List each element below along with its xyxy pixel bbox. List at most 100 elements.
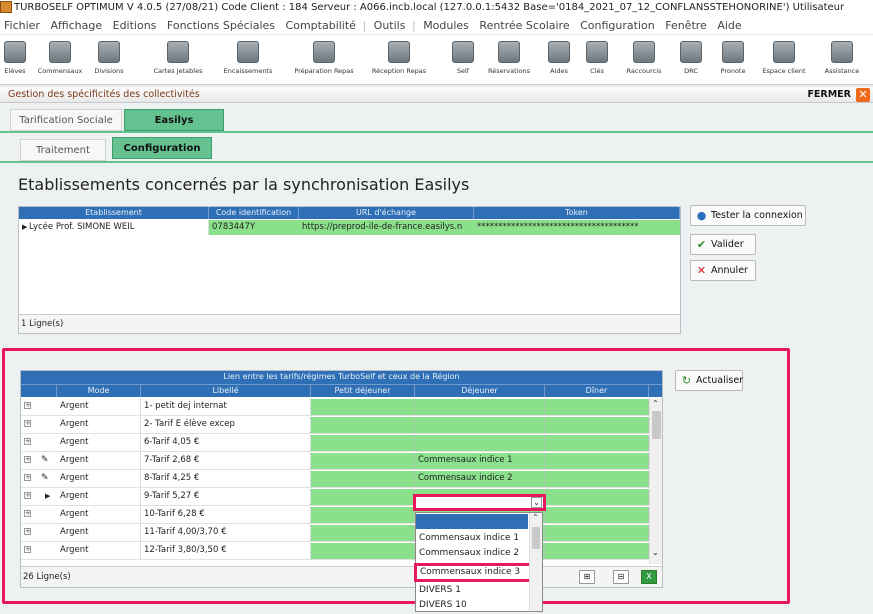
table-row[interactable]: + Argent 12-Tarif 3,80/3,50 € <box>21 542 649 560</box>
diner-cell[interactable] <box>545 507 649 523</box>
libelle-cell[interactable]: 8-Tarif 4,25 € <box>141 471 311 487</box>
dejeuner-cell[interactable] <box>415 399 545 415</box>
mode-cell[interactable]: Argent <box>57 507 141 523</box>
table-row[interactable]: + ✎ Argent 8-Tarif 4,25 € Commensaux indice … <box>21 470 649 488</box>
dropdown-scrollbar[interactable]: ⌃ <box>529 513 542 611</box>
col-petit-dejeuner[interactable]: Petit déjeuner <box>311 385 415 397</box>
dropdown-option[interactable]: Commensaux indice 1 <box>419 531 519 546</box>
toolbar-reservations-button[interactable]: Réservations <box>484 35 534 85</box>
table-row[interactable]: + Argent 2- Tarif E élève excep <box>21 416 649 434</box>
col-url[interactable]: URL d'échange <box>299 207 474 219</box>
diner-cell[interactable] <box>545 453 649 469</box>
expand-row-icon[interactable]: + <box>24 456 31 463</box>
mode-cell[interactable]: Argent <box>57 489 141 505</box>
refresh-button[interactable]: ↻ Actualiser <box>675 370 743 391</box>
petit-dejeuner-cell[interactable] <box>311 471 415 487</box>
mode-cell[interactable]: Argent <box>57 453 141 469</box>
menu-fenetre[interactable]: Fenêtre <box>665 19 707 32</box>
toolbar-students-button[interactable]: Elèves <box>0 35 30 85</box>
petit-dejeuner-cell[interactable] <box>311 489 415 505</box>
libelle-cell[interactable]: 6-Tarif 4,05 € <box>141 435 311 451</box>
toolbar-shortcuts-button[interactable]: Raccourcis <box>622 35 666 85</box>
toolbar-pronote-button[interactable]: Pronote <box>716 35 750 85</box>
table-row[interactable]: + Argent 11-Tarif 4,00/3,70 € <box>21 524 649 542</box>
scroll-thumb[interactable] <box>532 527 540 549</box>
menu-configuration[interactable]: Configuration <box>580 19 655 32</box>
expand-row-icon[interactable]: + <box>24 510 31 517</box>
col-diner[interactable]: Dîner <box>545 385 649 397</box>
col-mode[interactable]: Mode <box>57 385 141 397</box>
menu-fichier[interactable]: Fichier <box>4 19 40 32</box>
toolbar-keys-button[interactable]: Clés <box>582 35 612 85</box>
petit-dejeuner-cell[interactable] <box>311 543 415 559</box>
vertical-scrollbar[interactable]: ⌃ ⌄ <box>649 398 662 564</box>
expand-row-icon[interactable]: + <box>24 474 31 481</box>
expand-row-icon[interactable]: + <box>24 528 31 535</box>
dropdown-option[interactable]: DIVERS 1 <box>419 583 461 598</box>
col-code[interactable]: Code identification <box>209 207 299 219</box>
expand-row-icon[interactable]: + <box>24 546 31 553</box>
mode-cell[interactable]: Argent <box>57 435 141 451</box>
cancel-button[interactable]: ✕ Annuler <box>690 260 756 281</box>
excel-export-icon[interactable]: X <box>641 570 657 584</box>
diner-cell[interactable] <box>545 525 649 541</box>
toolbar-cashier-button[interactable]: Encaissements <box>218 35 278 85</box>
subtab-configuration[interactable]: Configuration <box>112 137 212 159</box>
menu-modules[interactable]: Modules <box>423 19 469 32</box>
menu-outils[interactable]: Outils <box>374 19 406 32</box>
tab-tarification-sociale[interactable]: Tarification Sociale <box>10 109 122 131</box>
scroll-thumb[interactable] <box>652 411 661 439</box>
mode-cell[interactable]: Argent <box>57 525 141 541</box>
collapse-all-icon[interactable]: ⊟ <box>613 570 629 584</box>
expand-row-icon[interactable]: + <box>24 420 31 427</box>
expand-row-icon[interactable]: + <box>24 402 31 409</box>
diner-cell[interactable] <box>545 417 649 433</box>
tab-easilys[interactable]: Easilys <box>124 109 224 131</box>
dejeuner-cell[interactable]: Commensaux indice 1 <box>415 453 545 469</box>
menu-affichage[interactable]: Affichage <box>50 19 102 32</box>
toolbar-cards-button[interactable]: Cartes Jetables <box>148 35 208 85</box>
close-icon[interactable]: ✕ <box>856 88 870 102</box>
menu-editions[interactable]: Editions <box>113 19 157 32</box>
mode-cell[interactable]: Argent <box>57 417 141 433</box>
toolbar-meal-reception-button[interactable]: Réception Repas <box>366 35 432 85</box>
subtab-traitement[interactable]: Traitement <box>20 139 106 161</box>
dropdown-option[interactable]: DIVERS 10 <box>419 598 467 613</box>
scroll-up-icon[interactable]: ⌃ <box>532 513 539 522</box>
libelle-cell[interactable]: 2- Tarif E élève excep <box>141 417 311 433</box>
petit-dejeuner-cell[interactable] <box>311 507 415 523</box>
petit-dejeuner-cell[interactable] <box>311 453 415 469</box>
table-row[interactable]: + Argent 1- petit dej internat <box>21 398 649 416</box>
libelle-cell[interactable]: 1- petit dej internat <box>141 399 311 415</box>
toolbar-divisions-button[interactable]: Divisions <box>88 35 130 85</box>
menu-fonctions-speciales[interactable]: Fonctions Spéciales <box>167 19 275 32</box>
petit-dejeuner-cell[interactable] <box>311 399 415 415</box>
menu-rentree-scolaire[interactable]: Rentrée Scolaire <box>479 19 569 32</box>
toolbar-self-button[interactable]: Self <box>448 35 478 85</box>
dropdown-option-empty[interactable] <box>416 514 528 529</box>
toolbar-meal-prep-button[interactable]: Préparation Repas <box>285 35 363 85</box>
col-token[interactable]: Token <box>474 207 680 219</box>
mode-cell[interactable]: Argent <box>57 471 141 487</box>
toolbar-client-space-button[interactable]: Espace client <box>758 35 810 85</box>
etab-token-cell[interactable]: ************************************** <box>474 220 680 235</box>
mode-cell[interactable]: Argent <box>57 543 141 559</box>
toolbar-diners-button[interactable]: Commensaux <box>36 35 84 85</box>
col-etablissement[interactable]: Etablissement <box>19 207 209 219</box>
libelle-cell[interactable]: 10-Tarif 6,28 € <box>141 507 311 523</box>
etab-code-cell[interactable]: 0783447Y <box>209 220 299 235</box>
toolbar-assistance-button[interactable]: Assistance <box>818 35 866 85</box>
dejeuner-cell[interactable] <box>415 435 545 451</box>
table-row[interactable]: + ▶ Argent 9-Tarif 5,27 € <box>21 488 649 506</box>
diner-cell[interactable] <box>545 471 649 487</box>
table-row[interactable]: + ✎ Argent 7-Tarif 2,68 € Commensaux indice … <box>21 452 649 470</box>
menu-comptabilite[interactable]: Comptabilité <box>286 19 356 32</box>
dejeuner-cell[interactable] <box>415 417 545 433</box>
scroll-down-icon[interactable]: ⌄ <box>652 548 659 557</box>
scroll-up-icon[interactable]: ⌃ <box>652 399 659 408</box>
expand-row-icon[interactable]: + <box>24 492 31 499</box>
diner-cell[interactable] <box>545 543 649 559</box>
petit-dejeuner-cell[interactable] <box>311 525 415 541</box>
libelle-cell[interactable]: 9-Tarif 5,27 € <box>141 489 311 505</box>
menu-aide[interactable]: Aide <box>717 19 741 32</box>
